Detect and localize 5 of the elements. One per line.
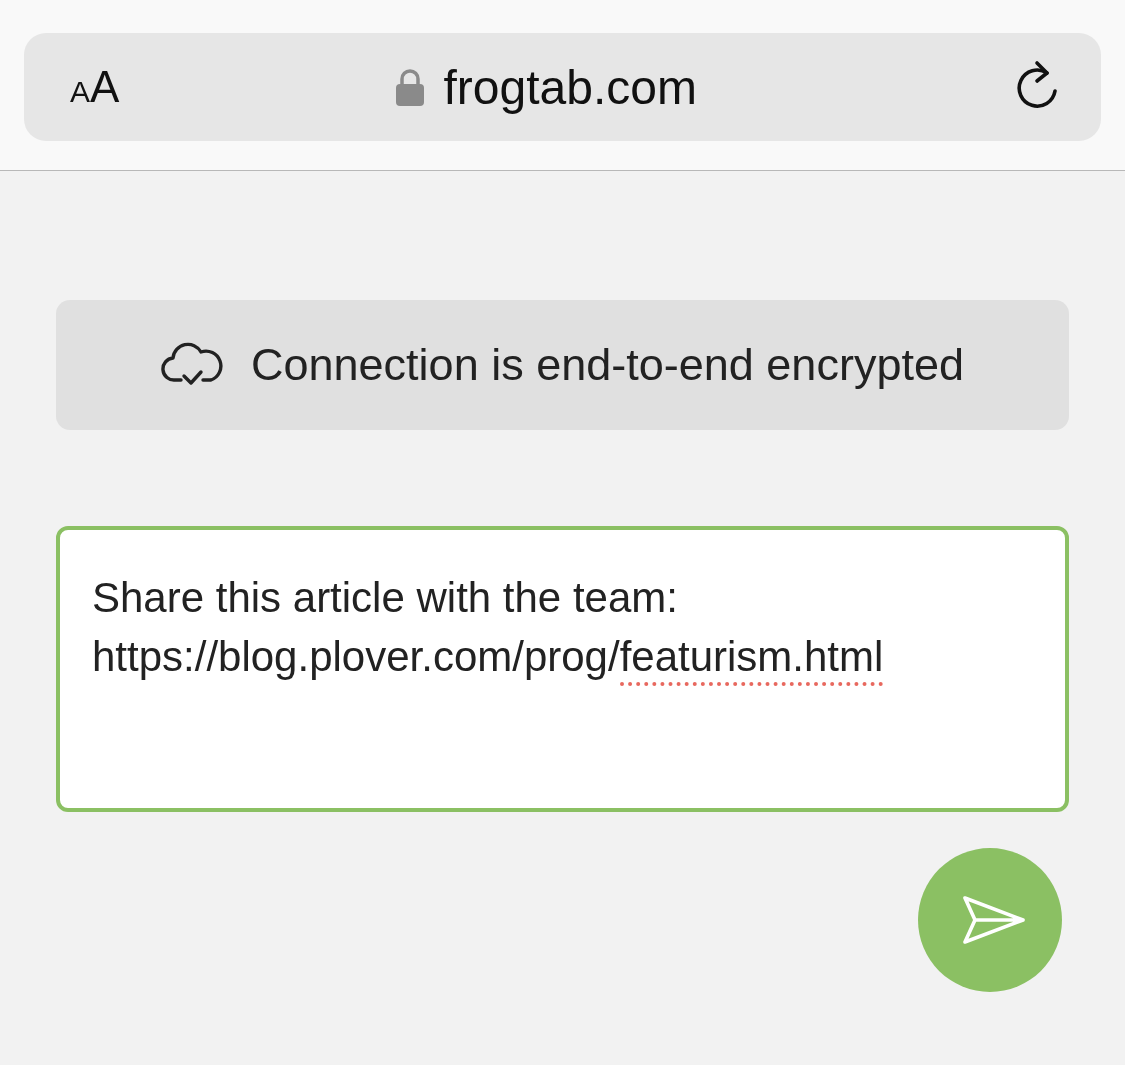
address-bar[interactable]: AA frogtab.com	[24, 33, 1101, 141]
domain-text: frogtab.com	[443, 59, 697, 115]
text-size-button[interactable]: AA	[70, 62, 120, 112]
message-field[interactable]: Share this article with the team: https://blog.plover.com/prog/featurism.html	[56, 526, 1069, 812]
encryption-text: Connection is end-to-end encrypted	[251, 339, 964, 391]
